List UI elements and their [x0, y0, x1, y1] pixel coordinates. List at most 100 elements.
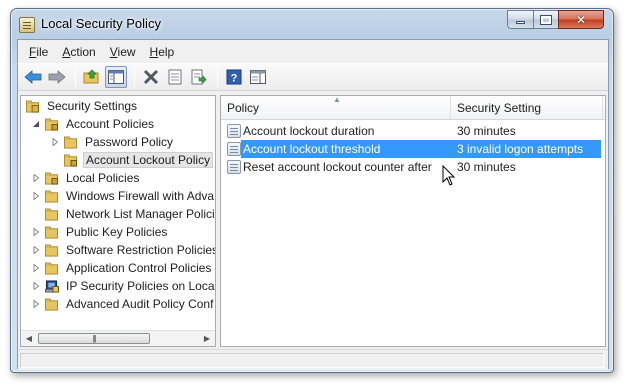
collapsed-arrow-icon[interactable]	[31, 173, 41, 183]
policy-icon	[227, 142, 241, 156]
list-row[interactable]: Reset account lockout counter after 30 m…	[221, 158, 605, 176]
delete-icon	[143, 69, 159, 85]
policy-name: Account lockout duration	[243, 124, 375, 138]
folder-lock-icon	[45, 171, 59, 185]
tree-item-local-policies[interactable]: Local Policies	[31, 169, 141, 187]
delete-button[interactable]	[140, 66, 162, 88]
app-icon[interactable]	[19, 17, 35, 33]
column-header: ▲ Policy Security Setting	[221, 96, 605, 120]
policy-icon	[227, 160, 241, 174]
tree-item-account-lockout-policy[interactable]: Account Lockout Policy	[50, 151, 214, 169]
main-window: Local Security Policy ✕ File Action View…	[10, 8, 614, 373]
svg-text:?: ?	[231, 73, 238, 85]
tree-label: Network List Manager Policie	[66, 207, 216, 221]
policy-setting: 30 minutes	[457, 124, 516, 138]
collapsed-arrow-icon[interactable]	[31, 227, 41, 237]
security-settings-icon	[26, 99, 40, 113]
window-title: Local Security Policy	[41, 16, 161, 31]
export-list-icon	[191, 69, 207, 85]
tree-item-advanced-audit[interactable]: Advanced Audit Policy Conf	[31, 295, 215, 313]
back-button[interactable]	[22, 66, 44, 88]
tree-label: Software Restriction Policies	[66, 243, 216, 257]
collapsed-arrow-icon[interactable]	[31, 245, 41, 255]
close-button[interactable]: ✕	[558, 10, 604, 29]
column-policy[interactable]: ▲ Policy	[221, 96, 451, 120]
scroll-right-icon[interactable]: ▶	[199, 331, 215, 346]
export-list-button[interactable]	[188, 66, 210, 88]
menu-help[interactable]: Help	[143, 43, 182, 61]
properties-button[interactable]	[164, 66, 186, 88]
close-icon: ✕	[575, 12, 587, 27]
expanded-arrow-icon[interactable]	[31, 119, 41, 129]
scroll-left-icon[interactable]: ◀	[21, 331, 37, 346]
collapsed-arrow-icon[interactable]	[31, 263, 41, 273]
tree-label: Advanced Audit Policy Conf	[66, 297, 214, 311]
tree-item-software-restriction[interactable]: Software Restriction Policies	[31, 241, 216, 259]
grip-icon: |||	[92, 334, 96, 343]
client-area: File Action View Help ? Security Setting…	[17, 39, 609, 370]
back-icon	[24, 70, 42, 84]
show-hide-console-tree-button[interactable]	[105, 66, 127, 88]
column-label: Policy	[227, 101, 260, 115]
tree-label: Account Policies	[66, 117, 155, 131]
tree-label: Public Key Policies	[66, 225, 168, 239]
tree-label: IP Security Policies on Local	[66, 279, 216, 293]
title-bar[interactable]: Local Security Policy ✕	[11, 9, 613, 39]
policy-name: Account lockout threshold	[243, 142, 381, 156]
help-button[interactable]: ?	[223, 66, 245, 88]
folder-lock-icon	[64, 153, 78, 167]
details-pane[interactable]: ▲ Policy Security Setting Account lockou…	[220, 95, 606, 347]
tree-item-application-control[interactable]: Application Control Policies	[31, 259, 213, 277]
toolbar-separator	[75, 67, 76, 87]
tree-item-windows-firewall[interactable]: Windows Firewall with Adva	[31, 187, 215, 205]
toolbar-separator	[134, 67, 135, 87]
up-one-level-button[interactable]	[81, 66, 103, 88]
policy-setting: 30 minutes	[457, 160, 516, 174]
collapsed-arrow-icon[interactable]	[31, 299, 41, 309]
scrollbar-thumb[interactable]: |||	[38, 333, 150, 344]
tree-label: Windows Firewall with Adva	[66, 189, 215, 203]
show-action-pane-button[interactable]	[247, 66, 269, 88]
forward-button[interactable]	[46, 66, 68, 88]
status-segment	[20, 353, 604, 368]
show-action-pane-icon	[250, 70, 266, 84]
maximize-icon	[540, 14, 552, 25]
tree-item-password-policy[interactable]: Password Policy	[50, 133, 175, 151]
forward-icon	[48, 70, 66, 84]
minimize-button[interactable]	[507, 10, 534, 29]
maximize-button[interactable]	[533, 10, 559, 29]
policy-icon	[227, 124, 241, 138]
help-icon: ?	[226, 69, 242, 85]
tree-item-account-policies[interactable]: Account Policies	[31, 115, 156, 133]
menu-view[interactable]: View	[103, 43, 143, 61]
menu-action[interactable]: Action	[55, 43, 102, 61]
tree-label: Password Policy	[85, 135, 174, 149]
collapsed-arrow-icon[interactable]	[31, 281, 41, 291]
mouse-cursor-icon	[442, 165, 456, 186]
folder-lock-icon	[45, 117, 59, 131]
tree-item-network-list-manager[interactable]: Network List Manager Policie	[31, 205, 216, 223]
console-tree[interactable]: Security Settings Account Policies Passw…	[20, 95, 216, 347]
toolbar: ?	[18, 63, 608, 91]
tree-item-public-key-policies[interactable]: Public Key Policies	[31, 223, 169, 241]
tree-item-ip-security[interactable]: IP Security Policies on Local	[31, 277, 216, 295]
policy-setting: 3 invalid logon attempts	[457, 142, 584, 156]
folder-icon	[45, 225, 59, 239]
list-row-selected[interactable]: Account lockout threshold 3 invalid logo…	[221, 140, 605, 158]
column-label: Security Setting	[457, 101, 542, 115]
horizontal-scrollbar[interactable]: ◀ ||| ▶	[21, 330, 215, 346]
menu-file[interactable]: File	[22, 43, 55, 61]
folder-icon	[45, 261, 59, 275]
collapsed-arrow-icon[interactable]	[50, 137, 60, 147]
collapsed-arrow-icon[interactable]	[31, 191, 41, 201]
ip-security-icon	[45, 279, 59, 293]
status-bar	[18, 349, 608, 370]
column-security-setting[interactable]: Security Setting	[451, 96, 603, 120]
folder-icon	[45, 207, 59, 221]
folder-icon	[45, 297, 59, 311]
tree-item-security-settings[interactable]: Security Settings	[25, 97, 139, 115]
list-row[interactable]: Account lockout duration 30 minutes	[221, 122, 605, 140]
toolbar-separator	[217, 67, 218, 87]
